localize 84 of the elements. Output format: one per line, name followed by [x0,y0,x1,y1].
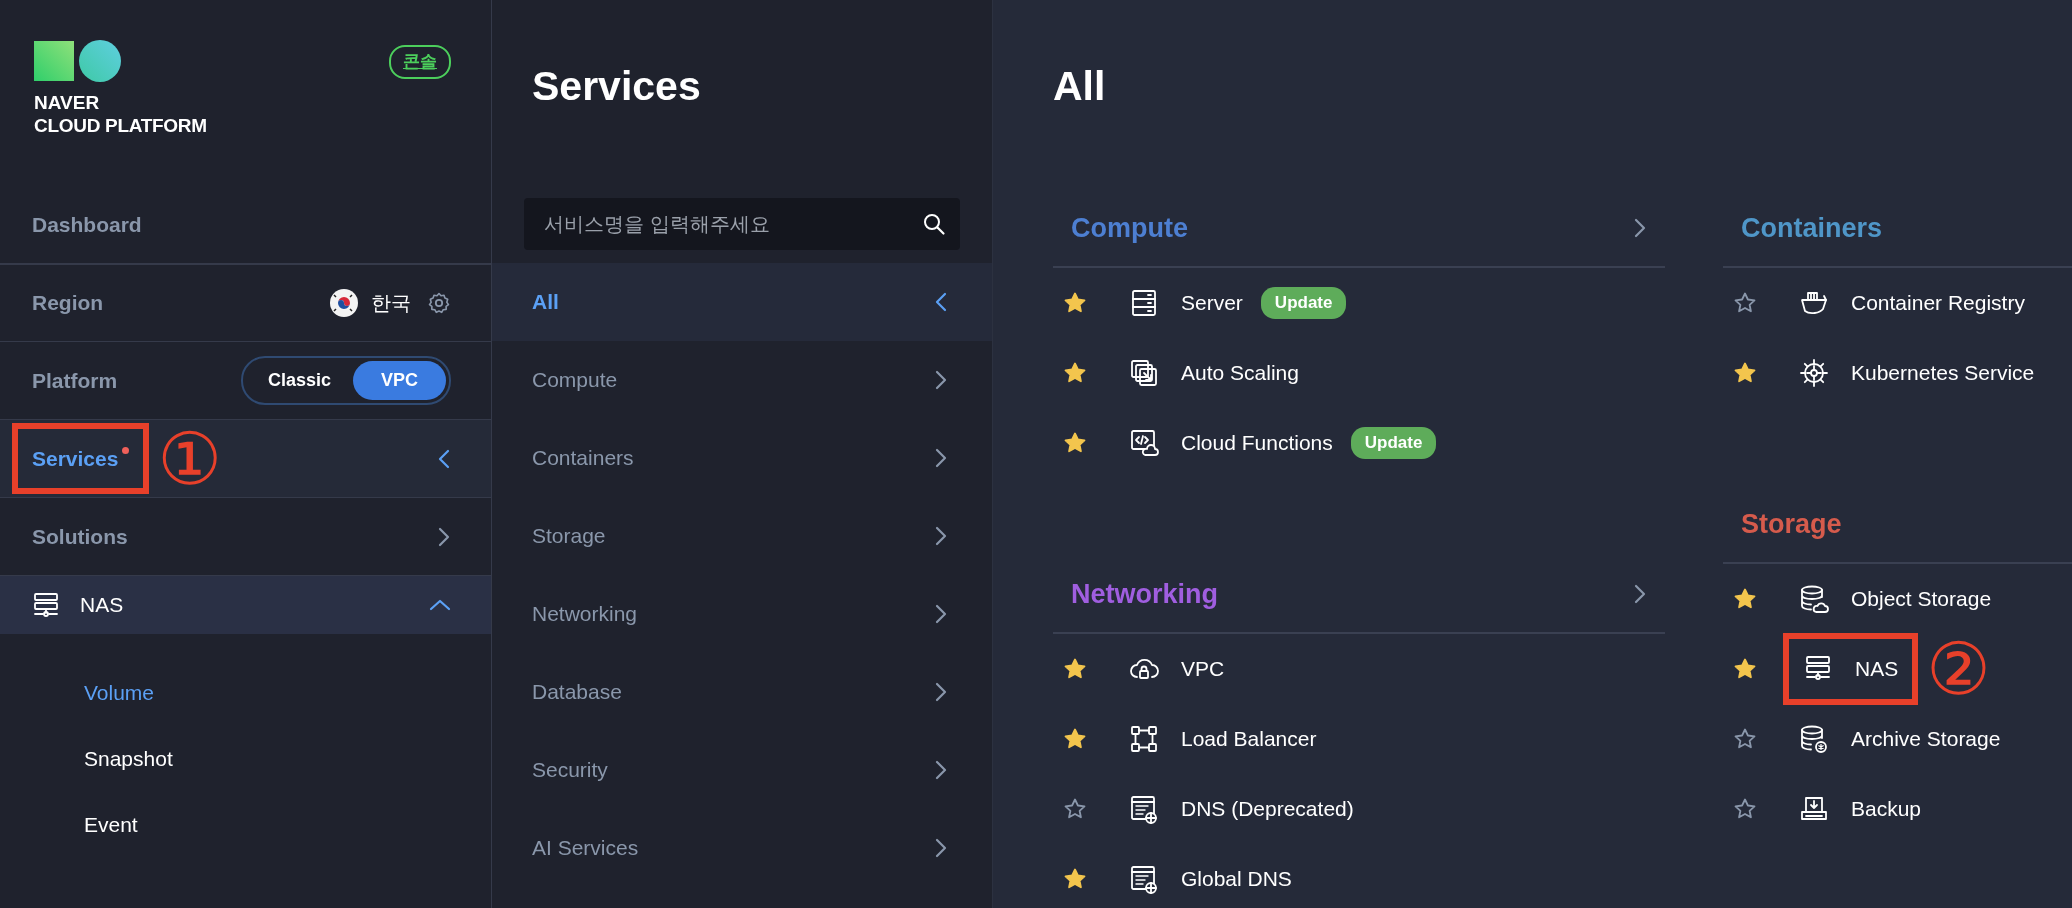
menu-label: Region [32,290,104,317]
submenu-item[interactable]: Event [84,809,138,841]
category-item[interactable]: Security [492,731,992,809]
star-outline-icon[interactable] [1063,797,1087,821]
code-window-icon [1129,428,1159,458]
star-outline-icon[interactable] [1733,727,1757,751]
settings-icon[interactable] [427,291,451,315]
service-link[interactable]: Load Balancer [1181,723,1317,755]
service-link[interactable]: VPC [1181,653,1225,685]
star-filled-icon[interactable] [1063,657,1087,681]
service-link[interactable]: Container Registry [1851,287,2025,319]
star-filled-icon[interactable] [1063,361,1087,385]
helm-wheel-icon [1799,358,1829,388]
toggle-option[interactable]: Classic [245,361,353,400]
chevron-right-icon[interactable] [1633,583,1647,605]
menu-row[interactable]: Services ① [0,420,491,498]
menu-item: Solutions [32,523,128,550]
section-title[interactable]: Networking [1071,573,1218,615]
service-link[interactable]: Kubernetes Service [1851,357,2035,389]
chevron-right-icon [934,369,948,391]
search-field[interactable]: 서비스명을 입력해주세요 [524,198,960,250]
category-item[interactable]: Database [492,653,992,731]
star-filled-icon[interactable] [1063,291,1087,315]
server-icon [1129,288,1159,318]
menu-label: Platform [32,367,118,394]
star-filled-icon[interactable] [1733,587,1757,611]
section-title[interactable]: Storage [1741,503,1842,545]
chevron-right-icon[interactable] [1633,217,1647,239]
dns-globe-icon [1129,864,1159,894]
category-item[interactable]: Containers [492,419,992,497]
star-outline-icon[interactable] [1733,797,1757,821]
category-item[interactable]: AI Services [492,809,992,887]
chevron-right-icon [934,447,948,469]
panel-title: Services [531,62,702,111]
category-item[interactable]: Networking [492,575,992,653]
chevron-right-icon [934,759,948,781]
chevron-left-icon [934,291,948,313]
search-icon[interactable] [922,212,946,236]
chevron-right-icon [934,837,948,859]
chevron-right-icon [934,603,948,625]
console-badge[interactable]: 콘솔 [389,45,451,79]
step-marker: ② [1926,633,1991,705]
star-filled-icon[interactable] [1733,361,1757,385]
logo-text: CLOUD PLATFORM [34,114,207,138]
service-link[interactable]: Archive Storage [1851,723,2001,755]
page-title: All [1053,66,1107,111]
dns-globe-icon [1129,794,1159,824]
database-cloud-icon [1799,584,1829,614]
category-item[interactable]: Compute [492,341,992,419]
service-link[interactable]: Global DNS [1181,863,1292,895]
star-filled-icon[interactable] [1063,727,1087,751]
service-link[interactable]: Cloud Functions [1181,427,1333,459]
region-name: 한국 [371,291,411,316]
star-outline-icon[interactable] [1733,291,1757,315]
update-badge: Update [1260,287,1347,319]
menu-item[interactable]: Dashboard [32,208,142,241]
category-item[interactable]: Storage [492,497,992,575]
service-link[interactable]: Backup [1851,793,1922,825]
chevron-right-icon [934,681,948,703]
toggle-option[interactable]: VPC [353,361,446,400]
star-filled-icon[interactable] [1733,657,1757,681]
update-badge: Update [1350,427,1437,459]
category-item[interactable]: All [492,263,992,341]
logo-mark-icon [34,40,122,82]
stacked-windows-icon [1129,358,1159,388]
server-stack-icon [32,591,60,619]
submenu-item[interactable]: Snapshot [84,743,173,775]
logo-text: NAVER [34,92,101,115]
section-title[interactable]: Compute [1071,207,1188,249]
service-link[interactable]: DNS (Deprecated) [1181,793,1354,825]
submenu-item[interactable]: Volume [84,677,155,709]
service-link[interactable]: Object Storage [1851,583,1992,615]
chevron-right-icon [934,525,948,547]
step-marker: ① [157,422,222,495]
service-link[interactable]: NAS [1855,653,1899,685]
connected-nodes-icon [1129,724,1159,754]
section-title[interactable]: Containers [1741,207,1883,249]
database-gear-icon [1799,724,1829,754]
service-link[interactable]: Auto Scaling [1181,357,1299,389]
star-filled-icon[interactable] [1063,431,1087,455]
star-filled-icon[interactable] [1063,867,1087,891]
service-link[interactable]: Server [1181,287,1243,319]
menu-item: Services [32,445,119,472]
flag-icon [329,288,359,318]
